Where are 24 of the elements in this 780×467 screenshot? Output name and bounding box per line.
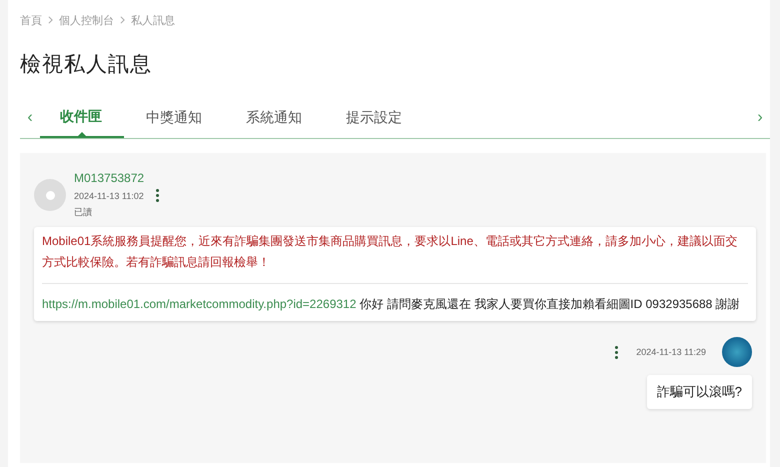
chevron-icon [48, 16, 53, 24]
message-link[interactable]: https://m.mobile01.com/marketcommodity.php?id=2269312 [42, 297, 356, 311]
reply-bubble: 詐騙可以滾嗎? [646, 375, 752, 409]
message-text: https://m.mobile01.com/marketcommodity.php?id=2269312 你好 請問麥克風還在 我家人要買你直接加賴看細圖ID 0932935688 謝謝 [42, 296, 741, 313]
breadcrumb-link[interactable]: 私人訊息 [131, 12, 175, 28]
breadcrumb-link[interactable]: 首頁 [20, 12, 42, 28]
avatar-icon [34, 179, 66, 211]
sender-link[interactable]: M013753872 [74, 171, 161, 185]
page-title: 檢視私人訊息 [20, 52, 153, 78]
scroll-right-button[interactable]: › [750, 109, 770, 127]
chevron-icon [120, 16, 125, 24]
timestamp: 2024-11-13 11:02 [74, 190, 144, 200]
more-options-icon[interactable] [154, 189, 161, 202]
tab[interactable]: 中獎通知 [124, 98, 224, 138]
warning-text: Mobile01系統服務員提醒您，近來有詐騙集團發送市集商品購買訊息，要求以Line、電話或其它方式連絡，請多加小心，建議以面交方式比較保險。若有詐騙訊息請回報檢舉！ [42, 231, 748, 284]
more-options-icon[interactable] [613, 346, 620, 358]
avatar-icon [722, 337, 752, 367]
tab[interactable]: 收件匣 [40, 98, 124, 138]
tab[interactable]: 提示設定 [324, 98, 424, 138]
read-status: 已讀 [74, 206, 93, 219]
tab[interactable]: 系統通知 [224, 98, 324, 138]
scroll-left-button[interactable]: ‹ [20, 109, 40, 127]
timestamp: 2024-11-13 11:29 [636, 347, 706, 357]
breadcrumb-link[interactable]: 個人控制台 [59, 12, 114, 28]
